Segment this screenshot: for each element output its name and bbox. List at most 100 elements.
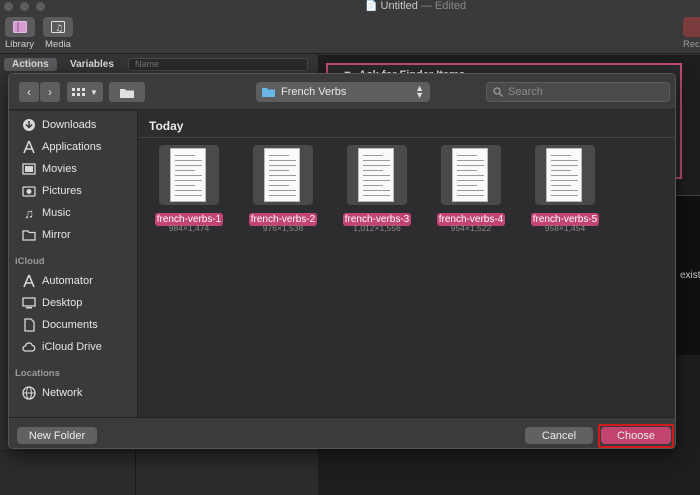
library-splitter[interactable] [135, 450, 136, 495]
sidebar-item-documents[interactable]: Documents [22, 316, 98, 334]
sidebar-item-automator[interactable]: Automator [22, 272, 93, 290]
new-folder-toolbar-button[interactable] [109, 82, 145, 102]
file-item[interactable]: french-verbs-3 1,012×1,556 [337, 145, 417, 240]
sidebar-item-movies[interactable]: Movies [22, 160, 77, 178]
file-item[interactable]: french-verbs-4 954×1,522 [431, 145, 511, 240]
thumbnail-line [175, 160, 202, 161]
sidebar-item-label: Desktop [42, 297, 83, 309]
section-divider [139, 137, 675, 138]
panel-toolbar: ‹ › ▼ French Verbs ▲ ▼ Search [9, 74, 675, 110]
desktop-icon [22, 296, 36, 310]
zoom-window-icon[interactable] [36, 2, 45, 11]
document-thumbnail-icon [452, 148, 488, 202]
document-thumbnail-icon [546, 148, 582, 202]
thumbnail-line [457, 185, 477, 186]
thumbnail-line [551, 190, 578, 191]
search-icon [493, 87, 503, 97]
thumbnail-line [363, 155, 383, 156]
sidebar-item-desktop[interactable]: Desktop [22, 294, 82, 312]
media-button[interactable]: ♫ [43, 17, 73, 37]
thumbnail-line [551, 170, 571, 171]
updown-chevron-icon: ▲ ▼ [415, 83, 424, 100]
panel-bottom-bar: New Folder Cancel Choose [9, 417, 675, 448]
thumbnail-line [551, 160, 578, 161]
forward-button[interactable]: › [40, 82, 60, 102]
thumbnail-line [269, 170, 289, 171]
network-icon [22, 386, 36, 400]
sidebar-item-pictures[interactable]: Pictures [22, 182, 82, 200]
thumbnail-line [551, 180, 578, 181]
thumbnail-line [551, 195, 578, 196]
thumbnail-line [457, 180, 484, 181]
minimize-window-icon[interactable] [20, 2, 29, 11]
record-label: Rec [683, 39, 700, 50]
sidebar-item-icloud-drive[interactable]: iCloud Drive [22, 338, 102, 356]
thumbnail-line [175, 175, 202, 176]
location-popup[interactable]: French Verbs ▲ ▼ [256, 82, 430, 102]
folder-icon [120, 88, 134, 98]
file-item[interactable]: french-verbs-5 958×1,454 [525, 145, 605, 240]
sidebar-item-label: Network [42, 387, 83, 399]
sidebar-item-network[interactable]: Network [22, 384, 82, 402]
tab-actions[interactable]: Actions [4, 58, 57, 71]
icon-grid-icon [72, 87, 86, 96]
sidebar-item-downloads[interactable]: Downloads [22, 116, 96, 134]
thumbnail-line [269, 155, 289, 156]
file-item[interactable]: french-verbs-2 976×1,538 [243, 145, 323, 240]
thumbnail-line [175, 165, 202, 166]
cancel-button[interactable]: Cancel [525, 427, 593, 444]
sidebar-item-label: Pictures [42, 185, 82, 197]
sidebar-item-music[interactable]: ♫ Music [22, 204, 71, 222]
window-title: 📄 Untitled — Edited [365, 0, 467, 12]
tab-variables[interactable]: Variables [62, 58, 122, 71]
truncated-option-text: existin [680, 270, 700, 281]
choose-button[interactable]: Choose [601, 427, 671, 444]
sidebar-section-locations: Locations [15, 368, 60, 379]
applications-icon [22, 140, 36, 154]
thumbnail-line [175, 190, 202, 191]
thumbnail-line [269, 160, 296, 161]
window-title-text: Untitled [380, 0, 418, 12]
sidebar-item-mirror[interactable]: Mirror [22, 226, 71, 244]
thumbnail-line [551, 165, 578, 166]
thumbnail-line [269, 185, 289, 186]
record-button[interactable] [683, 17, 700, 37]
panel-search-field[interactable]: Search [486, 82, 670, 102]
sidebar-item-label: Automator [42, 275, 93, 287]
music-icon: ♫ [24, 205, 34, 221]
new-folder-button[interactable]: New Folder [17, 427, 97, 444]
sidebar-item-label: Mirror [42, 229, 71, 241]
thumbnail-line [363, 180, 390, 181]
sidebar-item-label: Documents [42, 319, 98, 331]
panel-sidebar: Downloads Applications Movies Pictures ♫… [9, 111, 138, 417]
svg-text:♫: ♫ [55, 24, 63, 33]
location-name: French Verbs [281, 86, 347, 98]
library-search-input[interactable]: Name [128, 58, 308, 71]
view-mode-button[interactable]: ▼ [67, 82, 103, 102]
chevron-right-icon: › [48, 85, 52, 99]
folder-icon [22, 228, 36, 242]
sidebar-item-applications[interactable]: Applications [22, 138, 101, 156]
library-button[interactable] [5, 17, 35, 37]
cloud-icon [22, 340, 36, 354]
thumbnail-line [175, 180, 202, 181]
thumbnail-line [175, 185, 195, 186]
downloads-icon [22, 118, 36, 132]
document-thumbnail-icon [264, 148, 300, 202]
file-dimensions: 1,012×1,556 [353, 223, 401, 233]
close-window-icon[interactable] [4, 2, 13, 11]
thumbnail-line [175, 170, 195, 171]
thumbnail-line [457, 160, 484, 161]
thumbnail-line [457, 190, 484, 191]
chevron-down-icon: ▼ [90, 87, 98, 97]
thumbnail-line [551, 185, 571, 186]
file-item[interactable]: french-verbs-1 984×1,474 [149, 145, 229, 240]
thumbnail-line [175, 155, 195, 156]
thumbnail-line [269, 175, 296, 176]
thumbnail-line [457, 170, 477, 171]
thumbnail-line [269, 165, 296, 166]
documents-icon [22, 318, 36, 332]
chevron-left-icon: ‹ [27, 85, 31, 99]
back-button[interactable]: ‹ [19, 82, 39, 102]
thumbnail-line [175, 195, 202, 196]
